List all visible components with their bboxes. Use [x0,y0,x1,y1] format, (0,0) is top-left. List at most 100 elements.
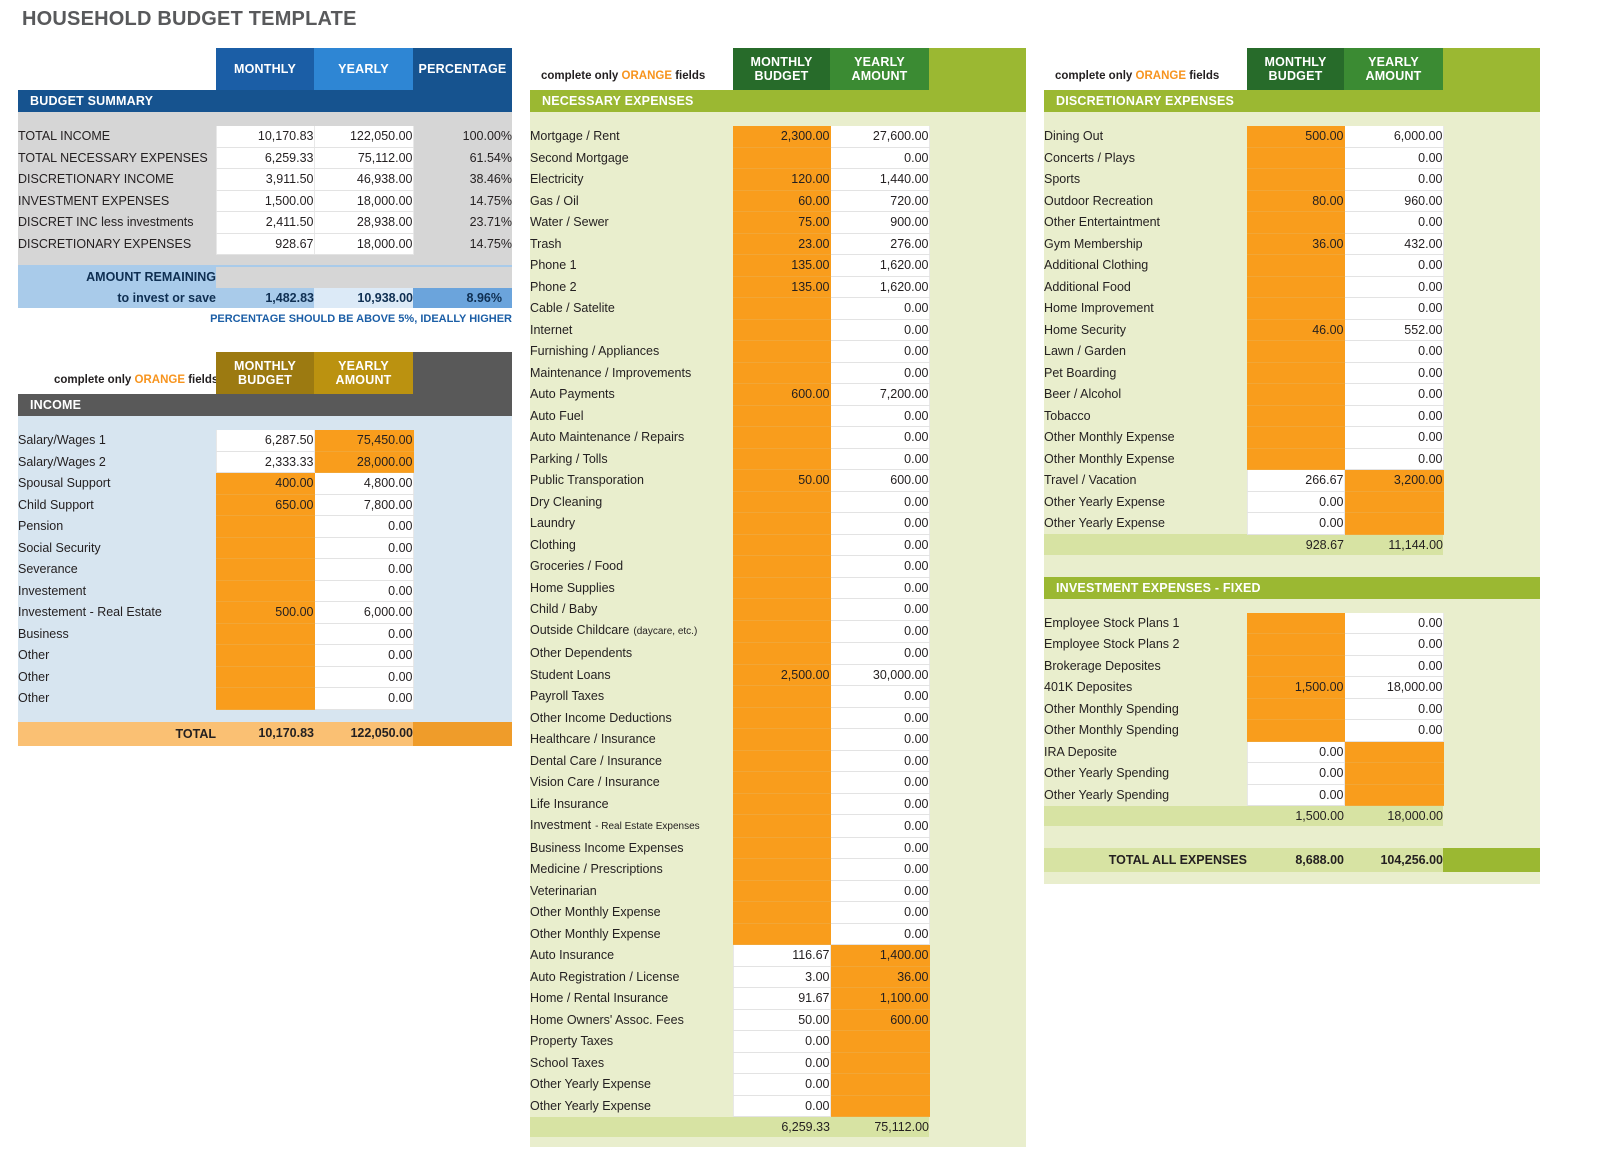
row-monthly-value[interactable]: 0.00 [732,1052,831,1074]
row-yearly-value[interactable]: 0.00 [829,771,930,794]
row-yearly-value[interactable]: 0.00 [829,555,930,578]
row-yearly-value[interactable]: 0.00 [313,558,414,581]
row-monthly-value[interactable] [215,623,315,645]
row-yearly-value[interactable]: 0.00 [829,426,930,449]
row-yearly-value[interactable]: 0.00 [829,512,930,535]
row-monthly-value[interactable] [215,537,315,559]
row-monthly-value[interactable] [732,555,831,578]
row-monthly-value[interactable] [732,405,831,427]
row-yearly-value[interactable]: 0.00 [829,448,930,470]
row-yearly-value[interactable]: 1,100.00 [829,987,930,1010]
row-monthly-value[interactable]: 6,287.50 [215,430,315,452]
row-yearly-value[interactable]: 3,200.00 [1343,469,1444,492]
row-yearly-value[interactable]: 0.00 [313,537,414,559]
row-monthly-value[interactable] [732,340,831,363]
row-yearly-value[interactable]: 0.00 [829,814,930,838]
row-yearly-value[interactable]: 0.00 [1343,340,1444,363]
row-yearly-value[interactable]: 0.00 [313,515,414,538]
row-monthly-value[interactable]: 135.00 [732,254,831,277]
row-yearly-value[interactable] [829,1095,930,1117]
row-yearly-value[interactable]: 0.00 [829,491,930,513]
row-monthly-value[interactable] [732,448,831,470]
row-monthly-value[interactable]: 80.00 [1246,190,1345,212]
row-yearly-value[interactable] [1343,784,1444,806]
row-yearly-value[interactable]: 0.00 [1343,405,1444,427]
row-monthly-value[interactable] [732,577,831,599]
row-yearly-value[interactable]: 432.00 [1343,233,1444,255]
row-yearly-value[interactable]: 900.00 [829,211,930,234]
row-monthly-value[interactable] [732,598,831,621]
row-monthly-value[interactable] [1246,612,1345,634]
row-yearly-value[interactable]: 0.00 [1343,276,1444,298]
row-yearly-value[interactable]: 27,600.00 [829,126,930,148]
row-monthly-value[interactable]: 23.00 [732,233,831,255]
row-monthly-value[interactable]: 0.00 [1246,784,1345,806]
row-monthly-value[interactable] [215,558,315,581]
row-yearly-value[interactable]: 7,200.00 [829,383,930,406]
row-yearly-value[interactable]: 960.00 [1343,190,1444,212]
row-monthly-value[interactable]: 266.67 [1246,469,1345,492]
row-monthly-value[interactable] [732,880,831,902]
row-monthly-value[interactable]: 2,500.00 [732,664,831,686]
row-monthly-value[interactable]: 60.00 [732,190,831,212]
row-yearly-value[interactable]: 0.00 [829,793,930,815]
row-monthly-value[interactable]: 650.00 [215,494,315,516]
row-monthly-value[interactable]: 600.00 [732,383,831,406]
row-monthly-value[interactable] [215,515,315,538]
row-yearly-value[interactable]: 0.00 [1343,655,1444,677]
row-yearly-value[interactable] [1343,491,1444,513]
row-yearly-value[interactable]: 36.00 [829,966,930,988]
row-yearly-value[interactable] [1343,512,1444,535]
row-monthly-value[interactable] [1246,426,1345,449]
row-monthly-value[interactable] [1246,168,1345,191]
row-monthly-value[interactable] [732,793,831,815]
row-yearly-value[interactable]: 30,000.00 [829,664,930,686]
row-monthly-value[interactable] [1246,405,1345,427]
row-yearly-value[interactable]: 0.00 [313,580,414,602]
row-monthly-value[interactable]: 3.00 [732,966,831,988]
row-yearly-value[interactable]: 0.00 [313,687,414,710]
row-monthly-value[interactable]: 0.00 [1246,491,1345,513]
row-yearly-value[interactable]: 0.00 [1343,612,1444,634]
row-monthly-value[interactable] [732,362,831,384]
row-yearly-value[interactable]: 6,000.00 [1343,126,1444,148]
row-monthly-value[interactable] [732,534,831,556]
row-yearly-value[interactable]: 0.00 [829,685,930,708]
row-yearly-value[interactable]: 0.00 [1343,254,1444,277]
row-yearly-value[interactable]: 0.00 [829,297,930,320]
row-monthly-value[interactable]: 50.00 [732,469,831,492]
row-monthly-value[interactable] [732,750,831,772]
row-monthly-value[interactable]: 0.00 [732,1073,831,1096]
row-monthly-value[interactable] [1246,698,1345,720]
row-yearly-value[interactable]: 0.00 [829,707,930,729]
row-yearly-value[interactable]: 552.00 [1343,319,1444,341]
row-yearly-value[interactable]: 0.00 [313,644,414,667]
row-monthly-value[interactable] [732,297,831,320]
row-yearly-value[interactable]: 0.00 [829,534,930,556]
row-yearly-value[interactable]: 7,800.00 [313,494,414,516]
row-yearly-value[interactable]: 0.00 [829,340,930,363]
row-monthly-value[interactable] [1246,254,1345,277]
row-yearly-value[interactable]: 0.00 [829,319,930,341]
row-monthly-value[interactable] [732,858,831,881]
row-monthly-value[interactable] [215,580,315,602]
row-monthly-value[interactable] [1246,297,1345,320]
row-monthly-value[interactable]: 36.00 [1246,233,1345,255]
row-monthly-value[interactable]: 50.00 [732,1009,831,1031]
row-monthly-value[interactable]: 0.00 [732,1030,831,1053]
row-yearly-value[interactable]: 0.00 [829,728,930,751]
row-yearly-value[interactable]: 0.00 [829,642,930,665]
row-yearly-value[interactable]: 0.00 [1343,719,1444,742]
row-monthly-value[interactable]: 91.67 [732,987,831,1010]
row-monthly-value[interactable] [732,512,831,535]
row-monthly-value[interactable] [1246,655,1345,677]
row-monthly-value[interactable]: 46.00 [1246,319,1345,341]
row-monthly-value[interactable] [732,620,831,643]
row-yearly-value[interactable] [1343,741,1444,763]
row-monthly-value[interactable]: 116.67 [732,944,831,967]
row-yearly-value[interactable] [829,1052,930,1074]
row-monthly-value[interactable] [732,491,831,513]
row-yearly-value[interactable]: 0.00 [829,362,930,384]
row-monthly-value[interactable] [732,642,831,665]
row-monthly-value[interactable]: 500.00 [1246,126,1345,148]
